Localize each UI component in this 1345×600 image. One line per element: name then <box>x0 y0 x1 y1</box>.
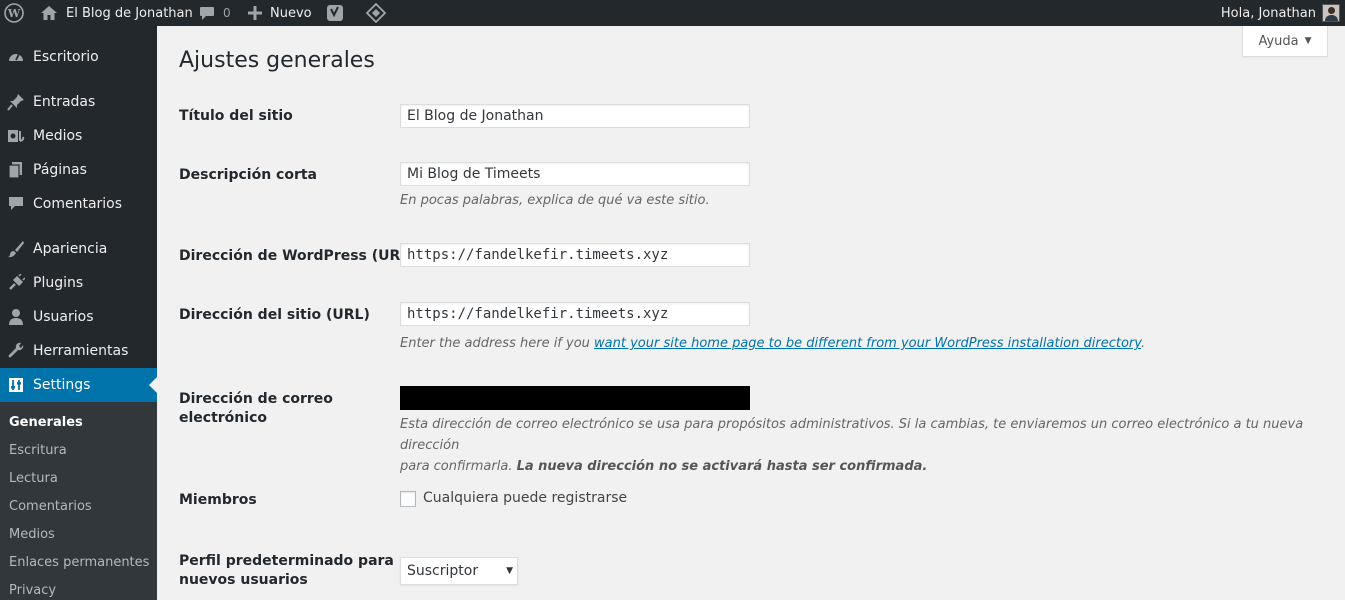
sidebar-item-label: Escritorio <box>33 49 99 65</box>
new-content-link[interactable]: Nuevo <box>248 0 312 26</box>
wordpress-url-label: Dirección de WordPress (URL) <box>179 248 416 264</box>
email-label-line2: electrónico <box>179 410 267 426</box>
sidebar-item-users[interactable]: Usuarios <box>0 300 157 334</box>
submenu-item-media[interactable]: Medios <box>9 527 55 542</box>
sidebar-item-appearance[interactable]: Apariencia <box>0 232 157 266</box>
sidebar-item-dashboard[interactable]: Escritorio <box>0 40 157 74</box>
submenu-item-permalinks[interactable]: Enlaces permanentes <box>9 555 149 570</box>
sidebar-item-media[interactable]: Medios <box>0 119 157 153</box>
default-role-select[interactable]: Suscriptor ▼ <box>400 557 518 585</box>
select-caret-icon: ▼ <box>506 566 513 576</box>
site-title-label: Título del sitio <box>179 108 293 124</box>
new-label: Nuevo <box>270 5 312 21</box>
caret-down-icon: ▼ <box>1304 36 1312 46</box>
submenu-item-discussion[interactable]: Comentarios <box>9 499 92 514</box>
yoast-seo-icon[interactable] <box>326 0 344 26</box>
submenu-item-general[interactable]: Generales <box>9 415 83 430</box>
sidebar-item-settings[interactable]: Settings <box>0 368 157 402</box>
home-icon <box>40 5 58 21</box>
sidebar-item-pages[interactable]: Páginas <box>0 153 157 187</box>
comments-icon <box>7 195 25 213</box>
email-description-line2: para confirmarla. <box>400 459 517 474</box>
email-description-bold: La nueva dirección no se activará hasta … <box>516 459 928 474</box>
sidebar-item-label: Plugins <box>33 275 84 291</box>
avatar <box>1322 4 1340 22</box>
brush-icon <box>7 240 25 258</box>
default-role-label-line2: nuevos usuarios <box>179 572 308 588</box>
sidebar-item-posts[interactable]: Entradas <box>0 85 157 119</box>
site-url-input[interactable]: https://fandelkefir.timeets.xyz <box>400 302 750 326</box>
greeting-label: Hola, Jonathan <box>1220 5 1316 21</box>
diamond-plugin-icon[interactable] <box>366 0 386 26</box>
main-content: Ayuda ▼ Ajustes generales Título del sit… <box>157 26 1345 600</box>
comments-link[interactable]: 0 <box>199 0 231 26</box>
sidebar-item-label: Comentarios <box>33 196 123 212</box>
settings-submenu: Generales Escritura Lectura Comentarios … <box>0 402 157 600</box>
wrench-icon <box>7 342 25 360</box>
wordpress-logo-icon[interactable]: W <box>4 0 24 26</box>
sidebar-item-comments[interactable]: Comentarios <box>0 187 157 221</box>
comment-bubble-icon <box>199 6 215 21</box>
site-name-link[interactable]: El Blog de Jonathan <box>40 0 193 26</box>
site-url-help-link[interactable]: want your site home page to be different… <box>594 336 1141 351</box>
email-input-redacted[interactable] <box>400 386 750 410</box>
submenu-item-writing[interactable]: Escritura <box>9 443 67 458</box>
wordpress-url-input[interactable]: https://fandelkefir.timeets.xyz <box>400 243 750 267</box>
sidebar-item-tools[interactable]: Herramientas <box>0 334 157 368</box>
tagline-description: En pocas palabras, explica de qué va est… <box>400 193 710 208</box>
site-url-label: Dirección del sitio (URL) <box>179 307 370 323</box>
submenu-item-reading[interactable]: Lectura <box>9 471 58 486</box>
pages-icon <box>7 161 25 179</box>
anyone-can-register-label[interactable]: Cualquiera puede registrarse <box>423 490 627 506</box>
plus-icon <box>248 6 262 20</box>
site-name-label: El Blog de Jonathan <box>66 5 193 21</box>
sidebar-item-label: Entradas <box>33 94 96 110</box>
tagline-label: Descripción corta <box>179 167 317 183</box>
sidebar-item-label: Herramientas <box>33 343 129 359</box>
help-tab-button[interactable]: Ayuda ▼ <box>1242 26 1328 57</box>
dashboard-icon <box>7 48 25 66</box>
sidebar-item-label: Páginas <box>33 162 87 178</box>
pin-icon <box>7 93 25 111</box>
default-role-value: Suscriptor <box>407 563 479 579</box>
users-icon <box>7 308 25 326</box>
site-url-description-text: Enter the address here if you <box>400 336 595 351</box>
admin-sidebar: Escritorio Entradas Medios Páginas Comen… <box>0 26 157 600</box>
user-account-menu[interactable]: Hola, Jonathan <box>1221 0 1340 26</box>
comments-count: 0 <box>223 6 231 20</box>
email-label: Dirección de correo electrónico <box>179 390 333 428</box>
membership-label: Miembros <box>179 492 257 508</box>
sidebar-item-label: Settings <box>33 377 91 393</box>
sidebar-item-label: Apariencia <box>33 241 108 257</box>
anyone-can-register-checkbox[interactable] <box>400 491 416 507</box>
default-role-label: Perfil predeterminado para nuevos usuario… <box>179 552 394 590</box>
site-url-description-end: . <box>1140 336 1146 351</box>
sidebar-item-label: Usuarios <box>33 309 94 325</box>
sidebar-item-plugins[interactable]: Plugins <box>0 266 157 300</box>
site-url-description: Enter the address here if you want your … <box>400 333 1145 354</box>
default-role-label-line1: Perfil predeterminado para <box>179 553 394 569</box>
email-description: Esta dirección de correo electrónico se … <box>400 414 1345 477</box>
help-tab-label: Ayuda <box>1258 33 1299 49</box>
site-title-input[interactable]: El Blog de Jonathan <box>400 104 750 128</box>
sidebar-item-label: Medios <box>33 128 83 144</box>
tagline-input[interactable]: Mi Blog de Timeets <box>400 162 750 186</box>
admin-bar: W El Blog de Jonathan 0 Nuevo Hola, Jona… <box>0 0 1345 26</box>
plugin-icon <box>7 274 25 292</box>
settings-icon <box>7 376 25 394</box>
email-description-line1: Esta dirección de correo electrónico se … <box>400 417 1304 453</box>
page-title: Ajustes generales <box>179 48 375 73</box>
email-label-line1: Dirección de correo <box>179 391 333 407</box>
submenu-item-privacy[interactable]: Privacy <box>9 583 56 598</box>
svg-text:W: W <box>7 7 21 20</box>
media-icon <box>7 127 25 145</box>
